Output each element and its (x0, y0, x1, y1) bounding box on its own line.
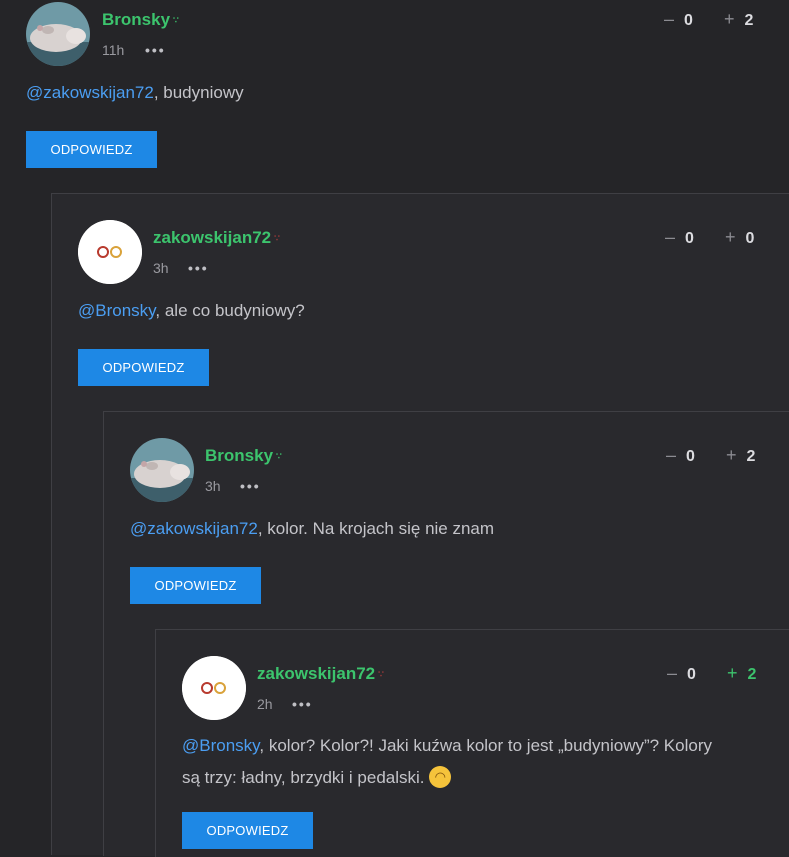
downvote[interactable]: –0 (667, 663, 696, 684)
plus-icon[interactable]: + (726, 445, 737, 465)
more-options-icon[interactable]: ••• (292, 696, 313, 712)
author-link[interactable]: Bronsky (205, 446, 273, 465)
comment-body: , kolor. Na krojach się nie znam (257, 519, 495, 538)
comment-text: @Bronsky, kolor? Kolor?! Jaki kuźwa kolo… (182, 730, 772, 794)
comment-body: , ale co budyniowy? (155, 301, 305, 320)
upvote-count: 2 (747, 666, 757, 683)
upvote[interactable]: +2 (726, 445, 755, 466)
hippo-avatar-icon (26, 2, 90, 66)
rss-icon: ∵ (173, 15, 179, 26)
author-name[interactable]: Bronsky ∵ (205, 446, 282, 466)
mention-link[interactable]: @Bronsky (182, 736, 259, 755)
author-name[interactable]: zakowskijan72 ∵ (257, 664, 384, 684)
avatar[interactable] (78, 220, 142, 284)
minus-icon[interactable]: – (667, 663, 677, 683)
comment-body: , budyniowy (153, 83, 244, 102)
rss-icon: ∵ (378, 669, 384, 680)
plus-icon[interactable]: + (725, 227, 736, 247)
author-link[interactable]: Bronsky (102, 10, 170, 29)
downvote-count: 0 (684, 12, 693, 29)
timestamp: 3h (153, 260, 169, 276)
reply-button[interactable]: ODPOWIEDZ (78, 349, 209, 386)
rss-icon: ∵ (274, 233, 280, 244)
timestamp: 11h (102, 42, 125, 58)
upvote[interactable]: +0 (725, 227, 754, 248)
wink-emoji-icon: ◠ (429, 765, 452, 788)
rings-avatar-icon (182, 656, 246, 720)
minus-icon[interactable]: – (665, 227, 675, 247)
nested-comment: Bronsky ∵ 3h ••• –0 +2 @zakowskijan72, ko… (103, 411, 789, 857)
mention-link[interactable]: @Bronsky (78, 301, 155, 320)
hippo-avatar-icon (130, 438, 194, 502)
downvote[interactable]: –0 (666, 445, 695, 466)
comment-text: @Bronsky, ale co budyniowy? (78, 295, 768, 327)
upvote-count: 2 (746, 448, 756, 465)
minus-icon[interactable]: – (664, 9, 674, 29)
author-link[interactable]: zakowskijan72 (257, 664, 375, 683)
rss-icon: ∵ (276, 451, 282, 462)
more-options-icon[interactable]: ••• (240, 478, 261, 494)
upvote[interactable]: +2 (724, 9, 753, 30)
more-options-icon[interactable]: ••• (188, 260, 209, 276)
mention-link[interactable]: @zakowskijan72 (26, 83, 154, 102)
avatar[interactable] (130, 438, 194, 502)
timestamp: 3h (205, 478, 221, 494)
downvote[interactable]: –0 (664, 9, 693, 30)
plus-icon[interactable]: + (724, 9, 735, 29)
upvote[interactable]: +2 (727, 663, 756, 684)
downvote-count: 0 (686, 448, 695, 465)
plus-icon[interactable]: + (727, 663, 738, 683)
upvote-count: 2 (744, 12, 754, 29)
mention-link[interactable]: @zakowskijan72 (130, 519, 258, 538)
avatar[interactable] (26, 2, 90, 66)
author-name[interactable]: zakowskijan72 ∵ (153, 228, 280, 248)
comment-body-line1: , kolor? Kolor?! Jaki kuźwa kolor to jes… (259, 736, 712, 755)
nested-comment: zakowskijan72 ∵ 2h ••• –0 +2 @Bronsky, ko… (155, 629, 789, 857)
timestamp: 2h (257, 696, 273, 712)
reply-button[interactable]: ODPOWIEDZ (182, 812, 313, 849)
more-options-icon[interactable]: ••• (145, 42, 166, 58)
reply-button[interactable]: ODPOWIEDZ (130, 567, 261, 604)
author-link[interactable]: zakowskijan72 (153, 228, 271, 247)
comment-body-line2: są trzy: ładny, brzydki i pedalski. (182, 768, 425, 787)
rings-avatar-icon (78, 220, 142, 284)
downvote-count: 0 (687, 666, 696, 683)
author-name[interactable]: Bronsky ∵ (102, 10, 179, 30)
downvote[interactable]: –0 (665, 227, 694, 248)
downvote-count: 0 (685, 230, 694, 247)
upvote-count: 0 (745, 230, 755, 247)
minus-icon[interactable]: – (666, 445, 676, 465)
reply-button[interactable]: ODPOWIEDZ (26, 131, 157, 168)
avatar[interactable] (182, 656, 246, 720)
comment-text: @zakowskijan72, budyniowy (26, 77, 766, 109)
comment-text: @zakowskijan72, kolor. Na krojach się ni… (130, 513, 770, 545)
nested-comment: zakowskijan72 ∵ 3h ••• –0 +0 @Bronsky, al… (51, 193, 789, 857)
